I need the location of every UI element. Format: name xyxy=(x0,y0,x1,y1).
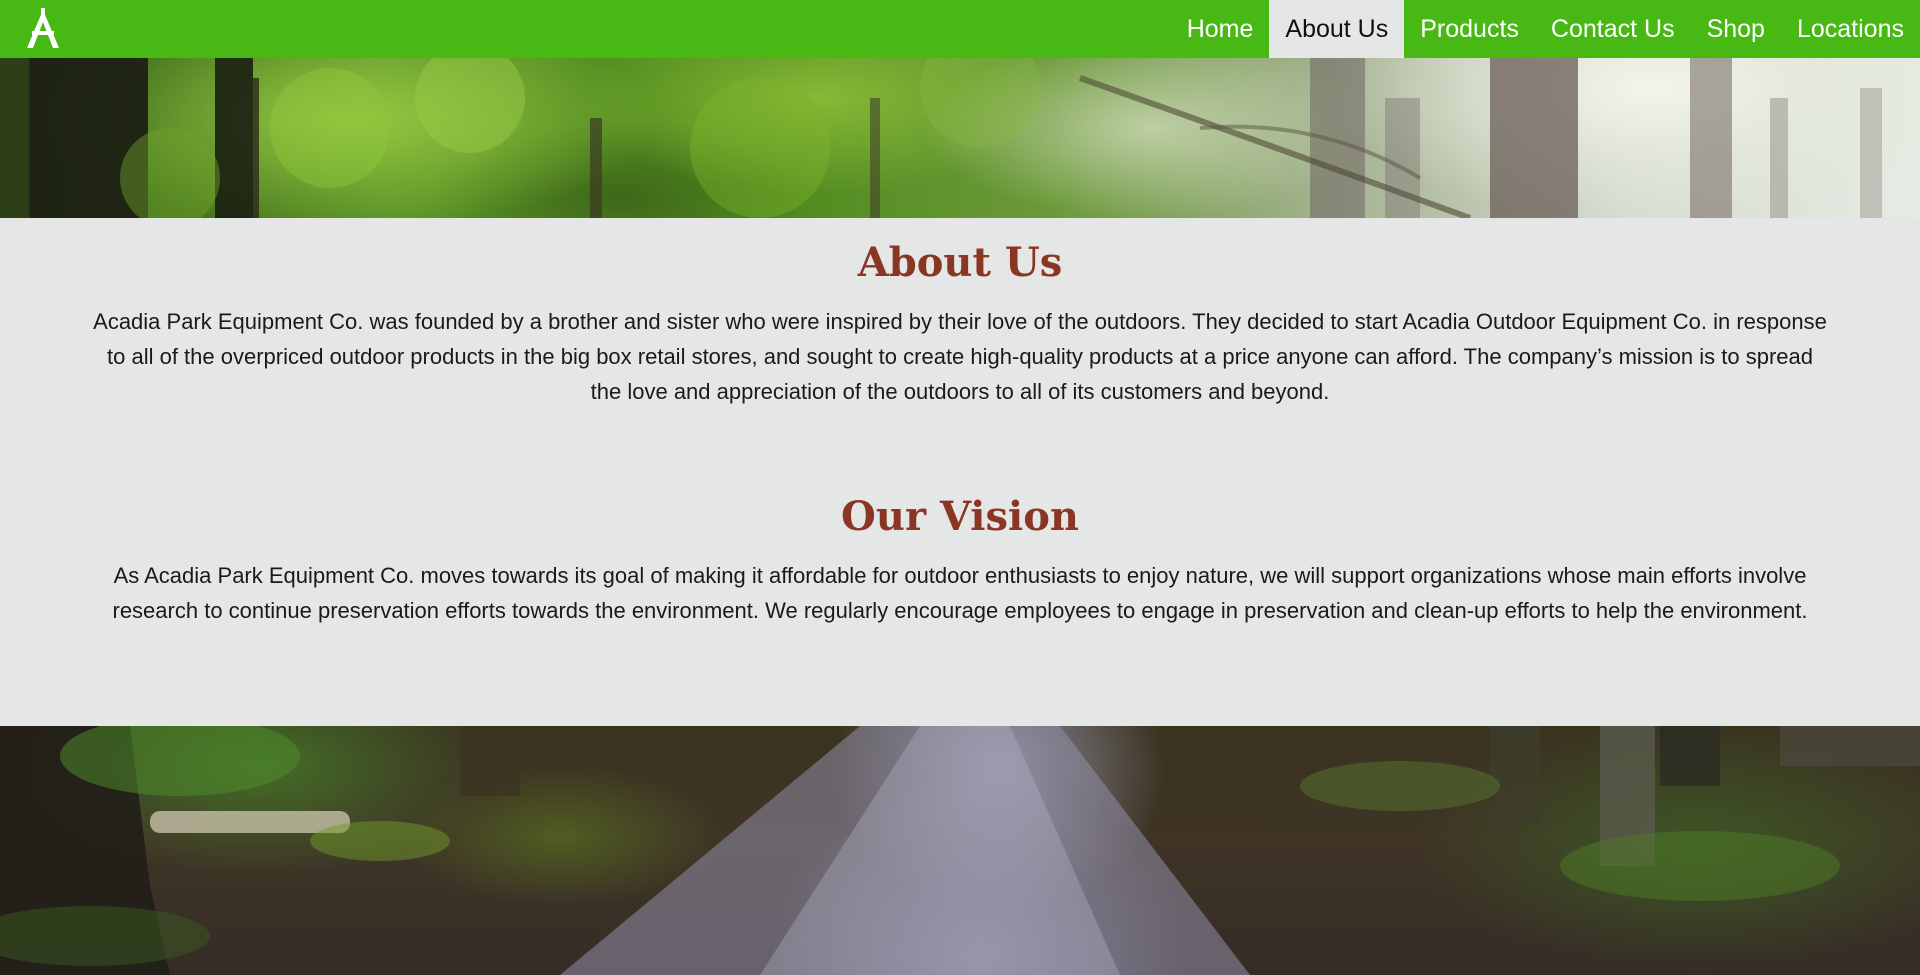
top-navbar: Home About Us Products Contact Us Shop L… xyxy=(0,0,1920,58)
nav-menu: Home About Us Products Contact Us Shop L… xyxy=(1171,0,1920,58)
about-us-paragraph: Acadia Park Equipment Co. was founded by… xyxy=(93,309,1827,404)
our-vision-paragraph: As Acadia Park Equipment Co. moves towar… xyxy=(112,563,1808,623)
forest-path-image xyxy=(0,726,1920,975)
nav-about-us[interactable]: About Us xyxy=(1269,0,1405,58)
forest-banner-image xyxy=(0,58,1920,218)
nav-products[interactable]: Products xyxy=(1404,0,1535,58)
page: Home About Us Products Contact Us Shop L… xyxy=(0,0,1920,975)
nav-locations[interactable]: Locations xyxy=(1781,0,1920,58)
nav-shop[interactable]: Shop xyxy=(1691,0,1781,58)
our-vision-heading: Our Vision xyxy=(841,493,1079,540)
nav-home[interactable]: Home xyxy=(1171,0,1270,58)
nav-contact-us[interactable]: Contact Us xyxy=(1535,0,1691,58)
about-content-panel: About Us Acadia Park Equipment Co. was f… xyxy=(0,218,1920,726)
about-us-heading: About Us xyxy=(857,239,1063,286)
acadia-logo-icon[interactable] xyxy=(22,8,64,50)
